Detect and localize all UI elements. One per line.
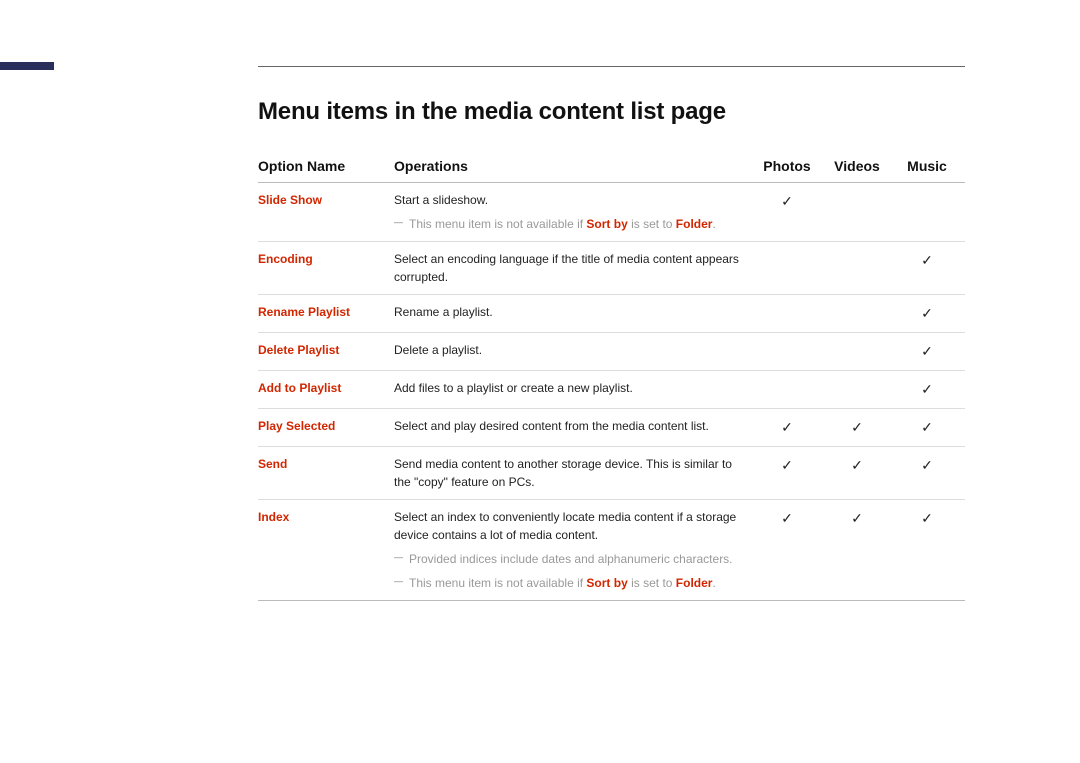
table-row: Delete Playlist Delete a playlist. ✓: [258, 333, 965, 371]
check-photos: ✓: [755, 447, 825, 500]
check-photos: [755, 333, 825, 371]
table-row: Send Send media content to another stora…: [258, 447, 965, 500]
table-row: Index Select an index to conveniently lo…: [258, 500, 965, 601]
note-text: This menu item is not available if: [409, 576, 586, 590]
option-name: Rename Playlist: [258, 305, 350, 319]
table-row: Add to Playlist Add files to a playlist …: [258, 371, 965, 409]
check-videos: ✓: [825, 447, 895, 500]
check-videos: [825, 183, 895, 242]
note-dash-icon: ―: [394, 575, 403, 592]
option-name: Slide Show: [258, 193, 322, 207]
check-videos: [825, 242, 895, 295]
table-row: Encoding Select an encoding language if …: [258, 242, 965, 295]
check-photos: ✓: [755, 500, 825, 601]
col-header-videos: Videos: [825, 150, 895, 183]
option-desc: Select an encoding language if the title…: [394, 250, 749, 286]
check-videos: ✓: [825, 500, 895, 601]
col-header-photos: Photos: [755, 150, 825, 183]
corner-accent-bar: [0, 62, 54, 70]
check-photos: [755, 242, 825, 295]
note-highlight: Sort by: [586, 217, 627, 231]
option-name: Encoding: [258, 252, 313, 266]
check-photos: ✓: [755, 183, 825, 242]
note-highlight: Folder: [676, 576, 713, 590]
check-music: ✓: [895, 371, 965, 409]
check-photos: [755, 295, 825, 333]
check-music: ✓: [895, 295, 965, 333]
check-videos: ✓: [825, 409, 895, 447]
option-name: Play Selected: [258, 419, 335, 433]
table-row: Play Selected Select and play desired co…: [258, 409, 965, 447]
col-header-music: Music: [895, 150, 965, 183]
note-dash-icon: ―: [394, 551, 403, 568]
option-desc: Send media content to another storage de…: [394, 455, 749, 491]
table-row: Rename Playlist Rename a playlist. ✓: [258, 295, 965, 333]
table-row: Slide Show Start a slideshow. ― This men…: [258, 183, 965, 242]
note-text: is set to: [628, 576, 676, 590]
option-desc: Delete a playlist.: [394, 341, 749, 359]
content-area: Menu items in the media content list pag…: [258, 98, 965, 601]
note-text: This menu item is not available if: [409, 217, 586, 231]
option-name: Send: [258, 457, 287, 471]
option-note: ― Provided indices include dates and alp…: [394, 550, 749, 568]
option-name: Index: [258, 510, 289, 524]
option-desc: Start a slideshow.: [394, 191, 749, 209]
top-horizontal-rule: [258, 66, 965, 67]
col-header-operations: Operations: [394, 150, 755, 183]
check-music: ✓: [895, 242, 965, 295]
check-videos: [825, 295, 895, 333]
note-highlight: Sort by: [586, 576, 627, 590]
check-music: [895, 183, 965, 242]
option-desc: Add files to a playlist or create a new …: [394, 379, 749, 397]
note-dash-icon: ―: [394, 216, 403, 233]
page-title: Menu items in the media content list pag…: [258, 98, 965, 126]
check-music: ✓: [895, 447, 965, 500]
check-photos: [755, 371, 825, 409]
col-header-option: Option Name: [258, 150, 394, 183]
check-videos: [825, 371, 895, 409]
option-note: ― This menu item is not available if Sor…: [394, 215, 749, 233]
note-text: is set to: [628, 217, 676, 231]
check-music: ✓: [895, 333, 965, 371]
option-desc: Rename a playlist.: [394, 303, 749, 321]
option-desc: Select and play desired content from the…: [394, 417, 749, 435]
check-music: ✓: [895, 500, 965, 601]
option-note: ― This menu item is not available if Sor…: [394, 574, 749, 592]
option-desc: Select an index to conveniently locate m…: [394, 508, 749, 544]
option-name: Delete Playlist: [258, 343, 339, 357]
document-page: Menu items in the media content list pag…: [0, 0, 1080, 763]
check-videos: [825, 333, 895, 371]
check-photos: ✓: [755, 409, 825, 447]
options-table: Option Name Operations Photos Videos Mus…: [258, 150, 965, 601]
check-music: ✓: [895, 409, 965, 447]
table-header-row: Option Name Operations Photos Videos Mus…: [258, 150, 965, 183]
option-name: Add to Playlist: [258, 381, 341, 395]
note-highlight: Folder: [676, 217, 713, 231]
note-text: Provided indices include dates and alpha…: [409, 550, 749, 568]
